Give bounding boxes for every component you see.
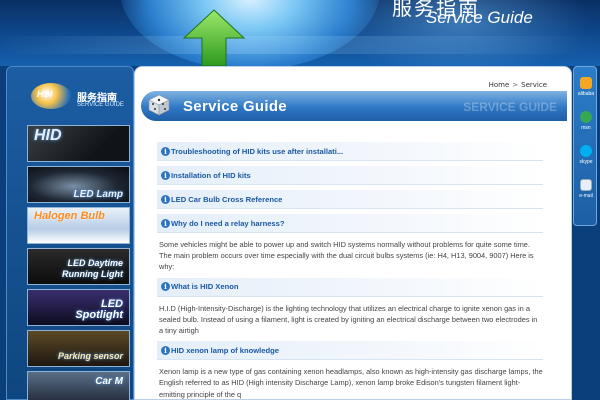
- sidebar-item-led-lamp[interactable]: LED Lamp: [27, 166, 130, 203]
- product-category-list: HID LED Lamp Halogen Bulb LED Daytime Ru…: [27, 125, 131, 400]
- sidebar-item-led-daytime-running-light[interactable]: LED Daytime Running Light: [27, 248, 130, 285]
- sidebar-item-label: LED Spotlight: [75, 298, 123, 321]
- info-icon: i: [161, 170, 170, 180]
- page-title: Service Guide: [183, 98, 287, 115]
- topic-row: i Installation of HID kits: [157, 166, 543, 185]
- sidebar-item-led-spotlight[interactable]: LED Spotlight: [27, 289, 130, 326]
- alibaba-icon: [580, 77, 592, 89]
- sidebar-item-car-multimedia[interactable]: Car M: [27, 371, 130, 400]
- topic-summary: Some vehicles might be able to power up …: [159, 240, 534, 272]
- up-arrow-icon: [182, 9, 246, 66]
- skype-label: skype: [579, 159, 593, 165]
- breadcrumb-current: Service: [521, 81, 547, 89]
- sidebar-item-label: Parking sensor: [57, 351, 123, 361]
- sidebar-item-label: Car M: [95, 376, 123, 387]
- topic-row: i HID xenon lamp of knowledge: [157, 341, 543, 361]
- topic-link[interactable]: Installation of HID kits: [171, 171, 251, 180]
- topic-summary: H.I.D (High-Intensity-Discharge) is the …: [159, 303, 538, 336]
- topic-link[interactable]: LED Car Bulb Cross Reference: [171, 195, 282, 204]
- skype-link[interactable]: skype: [574, 145, 598, 165]
- msn-link[interactable]: msn: [574, 111, 598, 131]
- sidebar: HDI 服务指南 SERVICE GUIDE HID LED Lamp Halo…: [6, 66, 134, 400]
- topic-link[interactable]: Why do I need a relay harness?: [171, 219, 285, 228]
- contact-toolbar: alibaba msn skype e-mail: [573, 66, 597, 226]
- topic-link[interactable]: HID xenon lamp of knowledge: [171, 346, 279, 355]
- banner-title-en: Service Guide: [426, 8, 533, 27]
- topic-row: i Troubleshooting of HID kits use after …: [157, 142, 543, 161]
- sidebar-header: HDI 服务指南 SERVICE GUIDE: [21, 73, 133, 113]
- email-link[interactable]: e-mail: [574, 179, 598, 199]
- topic-link[interactable]: What is HID Xenon: [171, 282, 239, 291]
- sidebar-item-halogen-bulb[interactable]: Halogen Bulb: [27, 207, 130, 244]
- breadcrumb-home-link[interactable]: Home: [489, 81, 510, 89]
- sidebar-title-en: SERVICE GUIDE: [77, 102, 124, 108]
- msn-label: msn: [581, 125, 591, 131]
- info-icon: i: [161, 218, 170, 228]
- sidebar-item-label: Halogen Bulb: [34, 210, 105, 222]
- info-icon: i: [161, 194, 170, 204]
- sidebar-item-label: HID: [34, 127, 62, 144]
- dice-icon: [148, 94, 170, 116]
- topic-row: i Why do I need a relay harness?: [157, 214, 543, 233]
- info-icon: i: [161, 282, 170, 292]
- banner-light-streak: [0, 36, 600, 54]
- main-panel: Home > Service Service Guide SERVICE GUIDE…: [134, 66, 572, 400]
- service-topic-list: i Troubleshooting of HID kits use after …: [157, 137, 543, 400]
- email-icon: [580, 179, 592, 191]
- sidebar-item-label: LED Daytime Running Light: [62, 258, 123, 279]
- breadcrumb-separator: >: [512, 81, 519, 89]
- alibaba-label: alibaba: [577, 91, 595, 97]
- topic-row: i What is HID Xenon: [157, 277, 543, 297]
- skype-icon: [580, 145, 592, 157]
- page-title-watermark: SERVICE GUIDE: [463, 100, 557, 114]
- topic-link[interactable]: Troubleshooting of HID kits use after in…: [171, 147, 343, 156]
- topic-row: i LED Car Bulb Cross Reference: [157, 190, 543, 209]
- header-banner: 服务指南 Service Guide: [0, 0, 600, 66]
- alibaba-link[interactable]: alibaba: [574, 77, 598, 97]
- sidebar-item-label: LED Lamp: [73, 189, 123, 200]
- info-icon: i: [161, 345, 170, 355]
- sidebar-item-parking-sensor[interactable]: Parking sensor: [27, 330, 130, 367]
- msn-icon: [580, 111, 592, 123]
- email-label: e-mail: [579, 193, 593, 199]
- sidebar-item-hid[interactable]: HID: [27, 125, 130, 162]
- breadcrumb: Home > Service: [489, 81, 547, 89]
- info-icon: i: [161, 146, 170, 156]
- logo-text: HDI: [37, 89, 53, 99]
- topic-summary: Xenon lamp is a new type of gas containi…: [159, 367, 543, 399]
